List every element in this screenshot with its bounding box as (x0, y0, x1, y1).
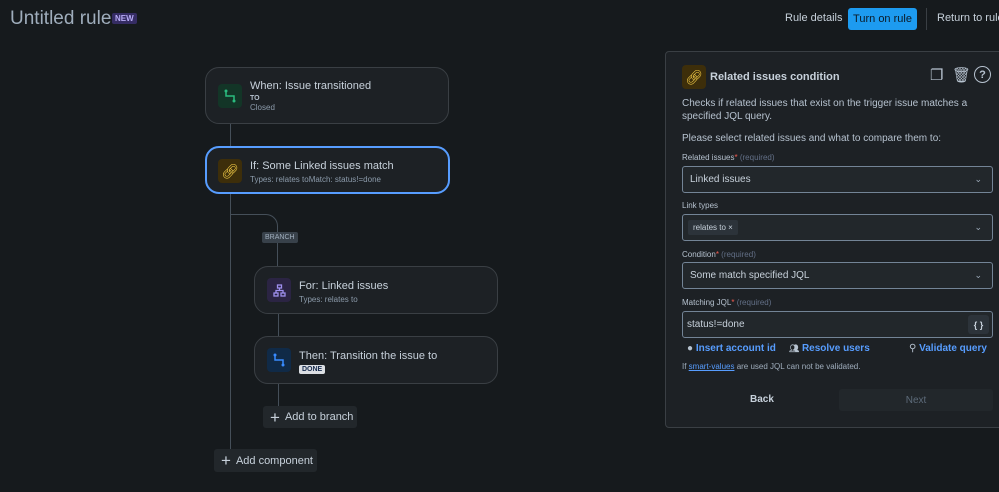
new-badge: NEW (112, 13, 137, 24)
trash-icon[interactable]: 🗑︎ (952, 66, 971, 84)
panel-description: Checks if related issues that exist on t… (682, 98, 968, 122)
rule-details-button[interactable]: Rule details (785, 12, 842, 24)
branch-connector (230, 214, 278, 274)
status-lozenge: DONE (299, 365, 326, 374)
link-types-label: Link types (682, 201, 719, 210)
validate-query-link[interactable]: ⚲ Validate query (909, 343, 987, 354)
add-to-branch-button[interactable]: + Add to branch (263, 406, 357, 428)
connector-line (278, 383, 279, 407)
condition-label: Condition* (required) (682, 250, 756, 259)
branch-label: BRANCH (262, 232, 298, 243)
next-button[interactable]: Next (839, 389, 993, 411)
jql-value: status!=done (687, 319, 745, 330)
then-action-card[interactable]: Then: Transition the issue to DONE (254, 336, 498, 384)
trigger-card[interactable]: When: Issue transitioned TO Closed (205, 67, 449, 124)
help-icon[interactable]: ? (974, 66, 991, 83)
trigger-title: When: Issue transitioned (250, 80, 372, 92)
jql-input[interactable]: status!=done { } (682, 311, 993, 338)
panel-prompt: Please select related issues and what to… (682, 133, 942, 144)
duplicate-icon[interactable]: ❐ (930, 66, 943, 84)
trigger-status: Closed (250, 103, 275, 112)
condition-value: Some match specified JQL (690, 270, 810, 281)
panel-title: Related issues condition (710, 71, 840, 83)
user-icon: ● (687, 343, 694, 354)
link-type-tag: relates to × (688, 220, 738, 235)
condition-title: If: Some Linked issues match (250, 160, 394, 172)
chevron-down-icon: ⌄ (974, 222, 982, 232)
chevron-down-icon: ⌄ (974, 270, 982, 280)
condition-card[interactable]: 🔗︎ If: Some Linked issues match Types: r… (205, 146, 450, 194)
insert-account-id-link[interactable]: ● Insert account id (687, 343, 776, 354)
jql-note: If smart-values are used JQL can not be … (682, 362, 861, 371)
transition-icon (218, 84, 242, 108)
smart-values-link[interactable]: smart-values (689, 362, 735, 371)
page-title: Untitled rule (10, 8, 112, 29)
related-issues-select[interactable]: Linked issues ⌄ (682, 166, 993, 193)
related-issues-label: Related issues* (required) (682, 153, 775, 162)
condition-subtitle: Types: relates toMatch: status!=done (250, 175, 381, 184)
link-types-select[interactable]: relates to × ⌄ (682, 214, 993, 241)
related-issues-value: Linked issues (690, 174, 751, 185)
add-component-label: Add component (235, 454, 313, 467)
search-icon: ⚲ (909, 343, 917, 354)
turn-on-rule-button[interactable]: Turn on rule (848, 8, 917, 30)
then-title: Then: Transition the issue to (299, 350, 438, 362)
divider (926, 8, 927, 30)
jql-label: Matching JQL* (required) (682, 298, 772, 307)
for-title: For: Linked issues (299, 280, 389, 292)
plus-icon: + (221, 451, 231, 470)
return-to-rules-button[interactable]: Return to rules (937, 12, 999, 24)
link-icon: 🔗︎ (682, 65, 706, 89)
users-icon: 👥︎ (789, 344, 800, 353)
trigger-to-label: TO (250, 95, 260, 102)
plus-icon: + (270, 407, 280, 427)
add-to-branch-label: Add to branch (284, 411, 354, 423)
add-component-button[interactable]: + Add component (214, 449, 317, 472)
remove-tag-icon[interactable]: × (728, 223, 733, 232)
transition-icon (267, 348, 291, 372)
back-button[interactable]: Back (750, 394, 774, 405)
link-icon: 🔗︎ (218, 159, 242, 183)
resolve-users-link[interactable]: 👥︎ Resolve users (789, 343, 870, 354)
condition-select[interactable]: Some match specified JQL ⌄ (682, 262, 993, 289)
smart-values-button[interactable]: { } (968, 315, 989, 334)
hierarchy-icon (267, 278, 291, 302)
for-branch-card[interactable]: For: Linked issues Types: relates to (254, 266, 498, 314)
connector-line (278, 313, 279, 336)
for-subtitle: Types: relates to (299, 295, 358, 304)
config-panel: 🔗︎ Related issues condition ❐ 🗑︎ ? Check… (665, 51, 999, 428)
chevron-down-icon: ⌄ (974, 174, 982, 184)
